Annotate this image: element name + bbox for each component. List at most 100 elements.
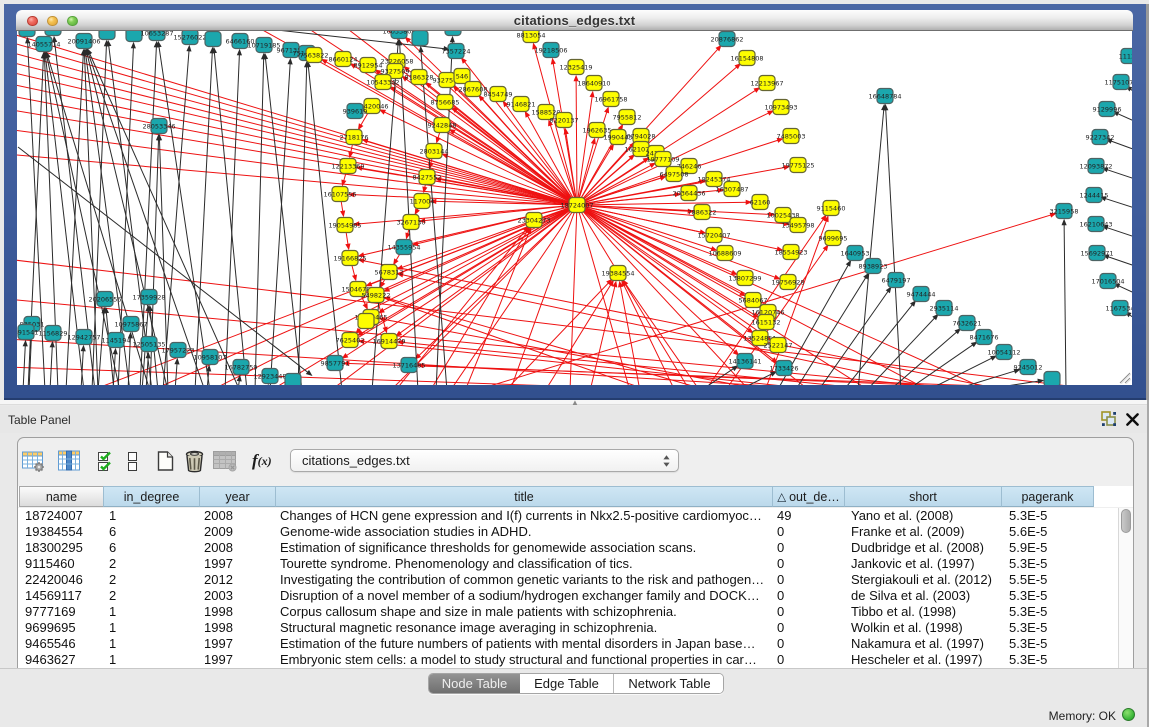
vertical-scrollbar[interactable]	[1118, 508, 1133, 669]
graph-node[interactable]	[19, 31, 35, 37]
cell-name[interactable]: 19384554	[25, 524, 103, 540]
cell-year[interactable]: 2012	[204, 572, 275, 588]
cell-pagerank[interactable]: 5.3E-5	[1009, 636, 1094, 652]
cell-short[interactable]: de Silva et al. (2003)	[851, 588, 1001, 604]
split-divider[interactable]: ▲	[0, 400, 1149, 405]
table-row[interactable]: 19384554 6 2009 Genome-wide association stu…	[18, 524, 1133, 540]
cell-name[interactable]: 9465546	[25, 636, 103, 652]
cell-in_degree[interactable]: 1	[109, 604, 199, 620]
cell-pagerank[interactable]: 5.3E-5	[1009, 508, 1094, 524]
column-header-title[interactable]: title	[275, 486, 772, 507]
scrollbar-thumb[interactable]	[1121, 509, 1131, 533]
memory-status-icon[interactable]	[1122, 708, 1135, 721]
graph-node[interactable]	[285, 374, 301, 386]
cell-in_degree[interactable]: 2	[109, 556, 199, 572]
cell-year[interactable]: 1998	[204, 620, 275, 636]
cell-short[interactable]: Stergiakouli et al. (2012)	[851, 572, 1001, 588]
select-rows-icon[interactable]	[97, 450, 117, 472]
cell-out_de[interactable]: 0	[777, 652, 844, 668]
cell-short[interactable]: Jankovic et al. (1997)	[851, 556, 1001, 572]
table-row[interactable]: 911546021997Tourette syndrome. Phenomeno…	[18, 556, 1133, 572]
column-header-name[interactable]: name	[19, 486, 103, 507]
select-column-icon[interactable]	[57, 450, 81, 473]
delete-column-icon[interactable]	[183, 450, 206, 473]
graph-node[interactable]	[205, 32, 221, 47]
cell-out_de[interactable]: 0	[777, 588, 844, 604]
tab-network-table[interactable]: Network Table	[613, 674, 724, 693]
close-panel-icon[interactable]	[1126, 413, 1139, 426]
table-settings-icon[interactable]	[21, 450, 45, 473]
cell-short[interactable]: Wolkin et al. (1998)	[851, 620, 1001, 636]
column-header-in_degree[interactable]: in_degree	[103, 486, 199, 507]
cell-title[interactable]: Corpus callosum shape and size in male p…	[280, 604, 772, 620]
cell-year[interactable]: 1998	[204, 604, 275, 620]
cell-short[interactable]: Yano et al. (2008)	[851, 508, 1001, 524]
cell-in_degree[interactable]: 1	[109, 652, 199, 668]
cell-in_degree[interactable]: 1	[109, 620, 199, 636]
cell-in_degree[interactable]: 1	[109, 636, 199, 652]
tab-edge-table[interactable]: Edge Table	[520, 674, 613, 693]
cell-out_de[interactable]: 49	[777, 508, 844, 524]
column-header-short[interactable]: short	[844, 486, 1001, 507]
cell-name[interactable]: 22420046	[25, 572, 103, 588]
cell-title[interactable]: Investigating the contribution of common…	[280, 572, 772, 588]
cell-pagerank[interactable]: 5.3E-5	[1009, 620, 1094, 636]
cell-short[interactable]: Hescheler et al. (1997)	[851, 652, 1001, 668]
cell-in_degree[interactable]: 1	[109, 508, 199, 524]
cell-year[interactable]: 2009	[204, 524, 275, 540]
cell-out_de[interactable]: 0	[777, 620, 844, 636]
cell-pagerank[interactable]: 5.3E-5	[1009, 652, 1094, 668]
table-row[interactable]: 9777169 1 1998 Corpus callosum shape and si…	[18, 604, 1133, 620]
cell-in_degree[interactable]: 2	[109, 572, 199, 588]
table-row[interactable]: 1872400712008Changes of HCN gene express…	[18, 508, 1133, 524]
table-select-combobox[interactable]: citations_edges.txt	[290, 449, 679, 472]
cell-out_de[interactable]: 0	[777, 572, 844, 588]
cell-title[interactable]: Structural magnetic resonance image aver…	[280, 620, 772, 636]
cell-in_degree[interactable]: 6	[109, 524, 199, 540]
cell-out_de[interactable]: 0	[777, 636, 844, 652]
cell-out_de[interactable]: 0	[777, 556, 844, 572]
cell-pagerank[interactable]: 5.9E-5	[1009, 540, 1094, 556]
cell-name[interactable]: 14569117	[25, 588, 103, 604]
network-graph-canvas[interactable]: 1405571420091406106532871527602264661601…	[17, 31, 1132, 385]
column-header-year[interactable]: year	[199, 486, 275, 507]
cell-year[interactable]: 2008	[204, 540, 275, 556]
cell-year[interactable]: 1997	[204, 652, 275, 668]
import-table-icon[interactable]	[212, 450, 237, 472]
cell-short[interactable]: Franke et al. (2009)	[851, 524, 1001, 540]
cell-short[interactable]: Dudbridge et al. (2008)	[851, 540, 1001, 556]
cell-year[interactable]: 2008	[204, 508, 275, 524]
table-row[interactable]: 9699695 1 1998 Structural magnetic resonanc…	[18, 620, 1133, 636]
cell-title[interactable]: Embryonic stem cells: a model to study s…	[280, 652, 772, 668]
column-header-pagerank[interactable]: pagerank	[1001, 486, 1094, 507]
graph-node[interactable]	[1044, 372, 1060, 386]
resize-grip-icon[interactable]	[1117, 370, 1131, 384]
table-row[interactable]: 946362711997Embryonic stem cells: a mode…	[18, 652, 1133, 668]
cell-out_de[interactable]: 0	[777, 524, 844, 540]
cell-title[interactable]: Changes of HCN gene expression and I(f) …	[280, 508, 772, 524]
cell-title[interactable]: Genome-wide association studies in ADHD.	[280, 524, 772, 540]
row-height-icon[interactable]	[127, 450, 138, 472]
cell-name[interactable]: 9699695	[25, 620, 103, 636]
graph-node[interactable]	[412, 31, 428, 46]
cell-title[interactable]: Estimation of significance thresholds fo…	[280, 540, 772, 556]
cell-title[interactable]: Disruption of a novel member of a sodium…	[280, 588, 772, 604]
graph-node[interactable]	[445, 31, 461, 36]
cell-out_de[interactable]: 0	[777, 540, 844, 556]
cell-year[interactable]: 1997	[204, 556, 275, 572]
table-row[interactable]: 1830029562008Estimation of significance …	[18, 540, 1133, 556]
cell-title[interactable]: Estimation of the future numbers of pati…	[280, 636, 772, 652]
cell-name[interactable]: 18300295	[25, 540, 103, 556]
cell-name[interactable]: 9777169	[25, 604, 103, 620]
cell-pagerank[interactable]: 5.5E-5	[1009, 572, 1094, 588]
cell-pagerank[interactable]: 5.6E-5	[1009, 524, 1094, 540]
table-row[interactable]: 1456911722003Disruption of a novel membe…	[18, 588, 1133, 604]
network-window-titlebar[interactable]: citations_edges.txt	[16, 10, 1133, 31]
new-column-icon[interactable]	[154, 450, 176, 473]
cell-year[interactable]: 1997	[204, 636, 275, 652]
cell-short[interactable]: Tibbo et al. (1998)	[851, 604, 1001, 620]
cell-out_de[interactable]: 0	[777, 604, 844, 620]
float-window-icon[interactable]	[1101, 411, 1118, 428]
cell-pagerank[interactable]: 5.3E-5	[1009, 556, 1094, 572]
function-builder-icon[interactable]: f(x)	[252, 451, 272, 471]
